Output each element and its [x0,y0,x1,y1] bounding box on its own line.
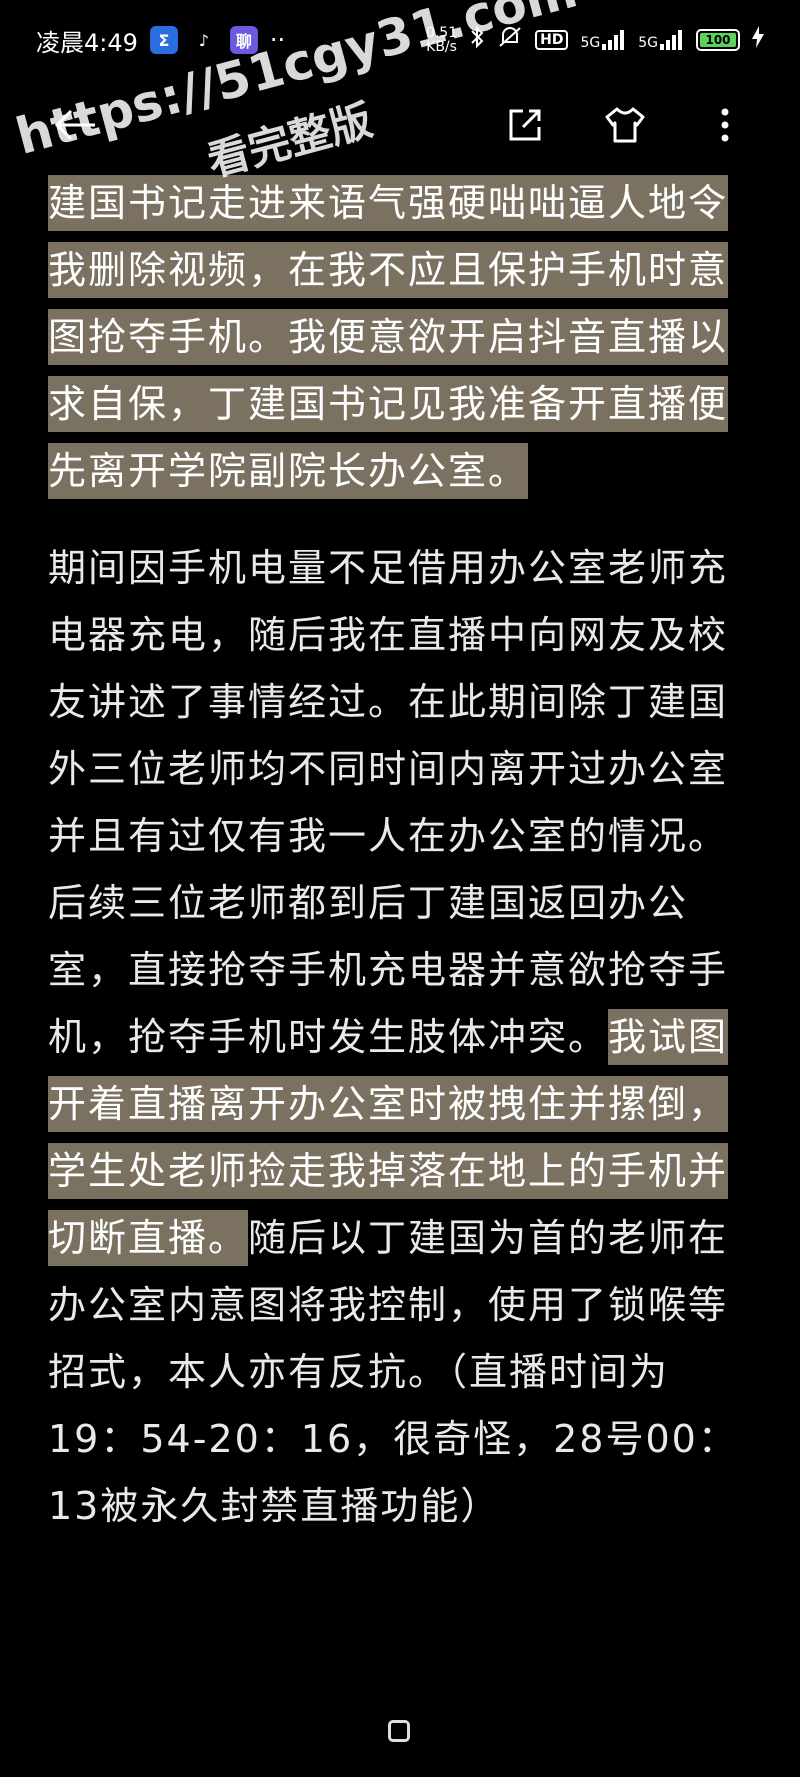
signal-icon-2: 5G [638,30,684,50]
status-time: 凌晨4:49 [36,28,138,57]
paragraph-1: 建国书记走进来语气强硬咄咄逼人地令我删除视频，在我不应且保护手机时意图抢夺手机。… [48,170,758,505]
bluetooth-icon [469,24,485,56]
chat-app-icon: 聊 [229,26,258,54]
square-icon[interactable] [388,1720,410,1742]
status-bar: 凌晨4:49 Σ ♪ 聊 ·· 0.51 KB/s HD 5G 5G 100 [0,0,800,80]
arrow-left-icon[interactable] [50,100,100,150]
share-icon[interactable] [500,100,550,150]
tshirt-icon[interactable] [600,100,650,150]
hd-badge: HD [535,30,569,50]
paragraph-2: 期间因手机电量不足借用办公室老师充电器充电，随后我在直播中向网友及校友讲述了事情… [48,535,758,1540]
highlighted-text: 建国书记走进来语气强硬咄咄逼人地令我删除视频，在我不应且保护手机时意图抢夺手机。… [48,175,729,499]
bottom-bar [0,1710,800,1760]
more-notifications-icon: ·· [269,26,286,54]
mute-bell-icon [497,24,523,56]
app-sigma-icon: Σ [149,26,178,54]
network-speed: 0.51 KB/s [425,25,458,55]
more-vertical-icon[interactable] [700,100,750,150]
charging-icon [752,26,764,54]
battery-icon: 100 [696,29,740,51]
signal-icon-1: 5G [580,30,626,50]
article-content: 建国书记走进来语气强硬咄咄逼人地令我删除视频，在我不应且保护手机时意图抢夺手机。… [48,170,758,1540]
toolbar [0,80,800,170]
tiktok-icon: ♪ [198,30,210,50]
paragraph-text: 期间因手机电量不足借用办公室老师充电器充电，随后我在直播中向网友及校友讲述了事情… [48,546,729,1059]
